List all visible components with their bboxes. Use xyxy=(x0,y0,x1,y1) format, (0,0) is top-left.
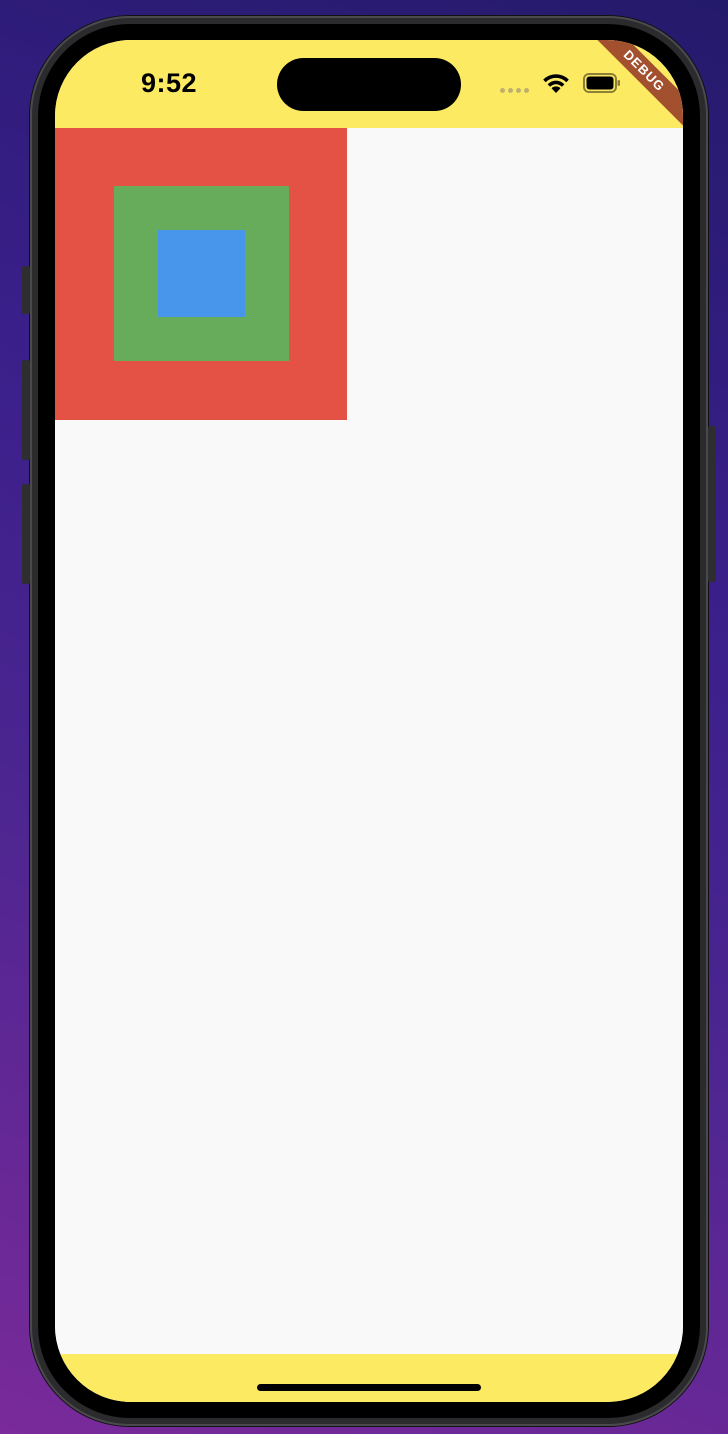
action-button xyxy=(22,266,30,314)
home-indicator[interactable] xyxy=(257,1384,481,1391)
debug-banner-label: DEBUG xyxy=(583,40,683,132)
signal-strength-icon xyxy=(500,88,529,93)
volume-down-button xyxy=(22,484,30,584)
dynamic-island xyxy=(277,58,461,111)
middle-green-box xyxy=(114,186,289,361)
bottom-safe-area xyxy=(55,1354,683,1402)
wifi-icon xyxy=(543,74,569,93)
inner-blue-box xyxy=(158,230,245,317)
status-time: 9:52 xyxy=(141,68,198,98)
screen: 9:52 DEBUG xyxy=(55,40,683,1402)
volume-up-button xyxy=(22,360,30,460)
content-area xyxy=(55,128,683,1354)
status-bar: 9:52 DEBUG xyxy=(55,40,683,132)
outer-red-box xyxy=(55,128,347,420)
power-button xyxy=(708,426,716,582)
